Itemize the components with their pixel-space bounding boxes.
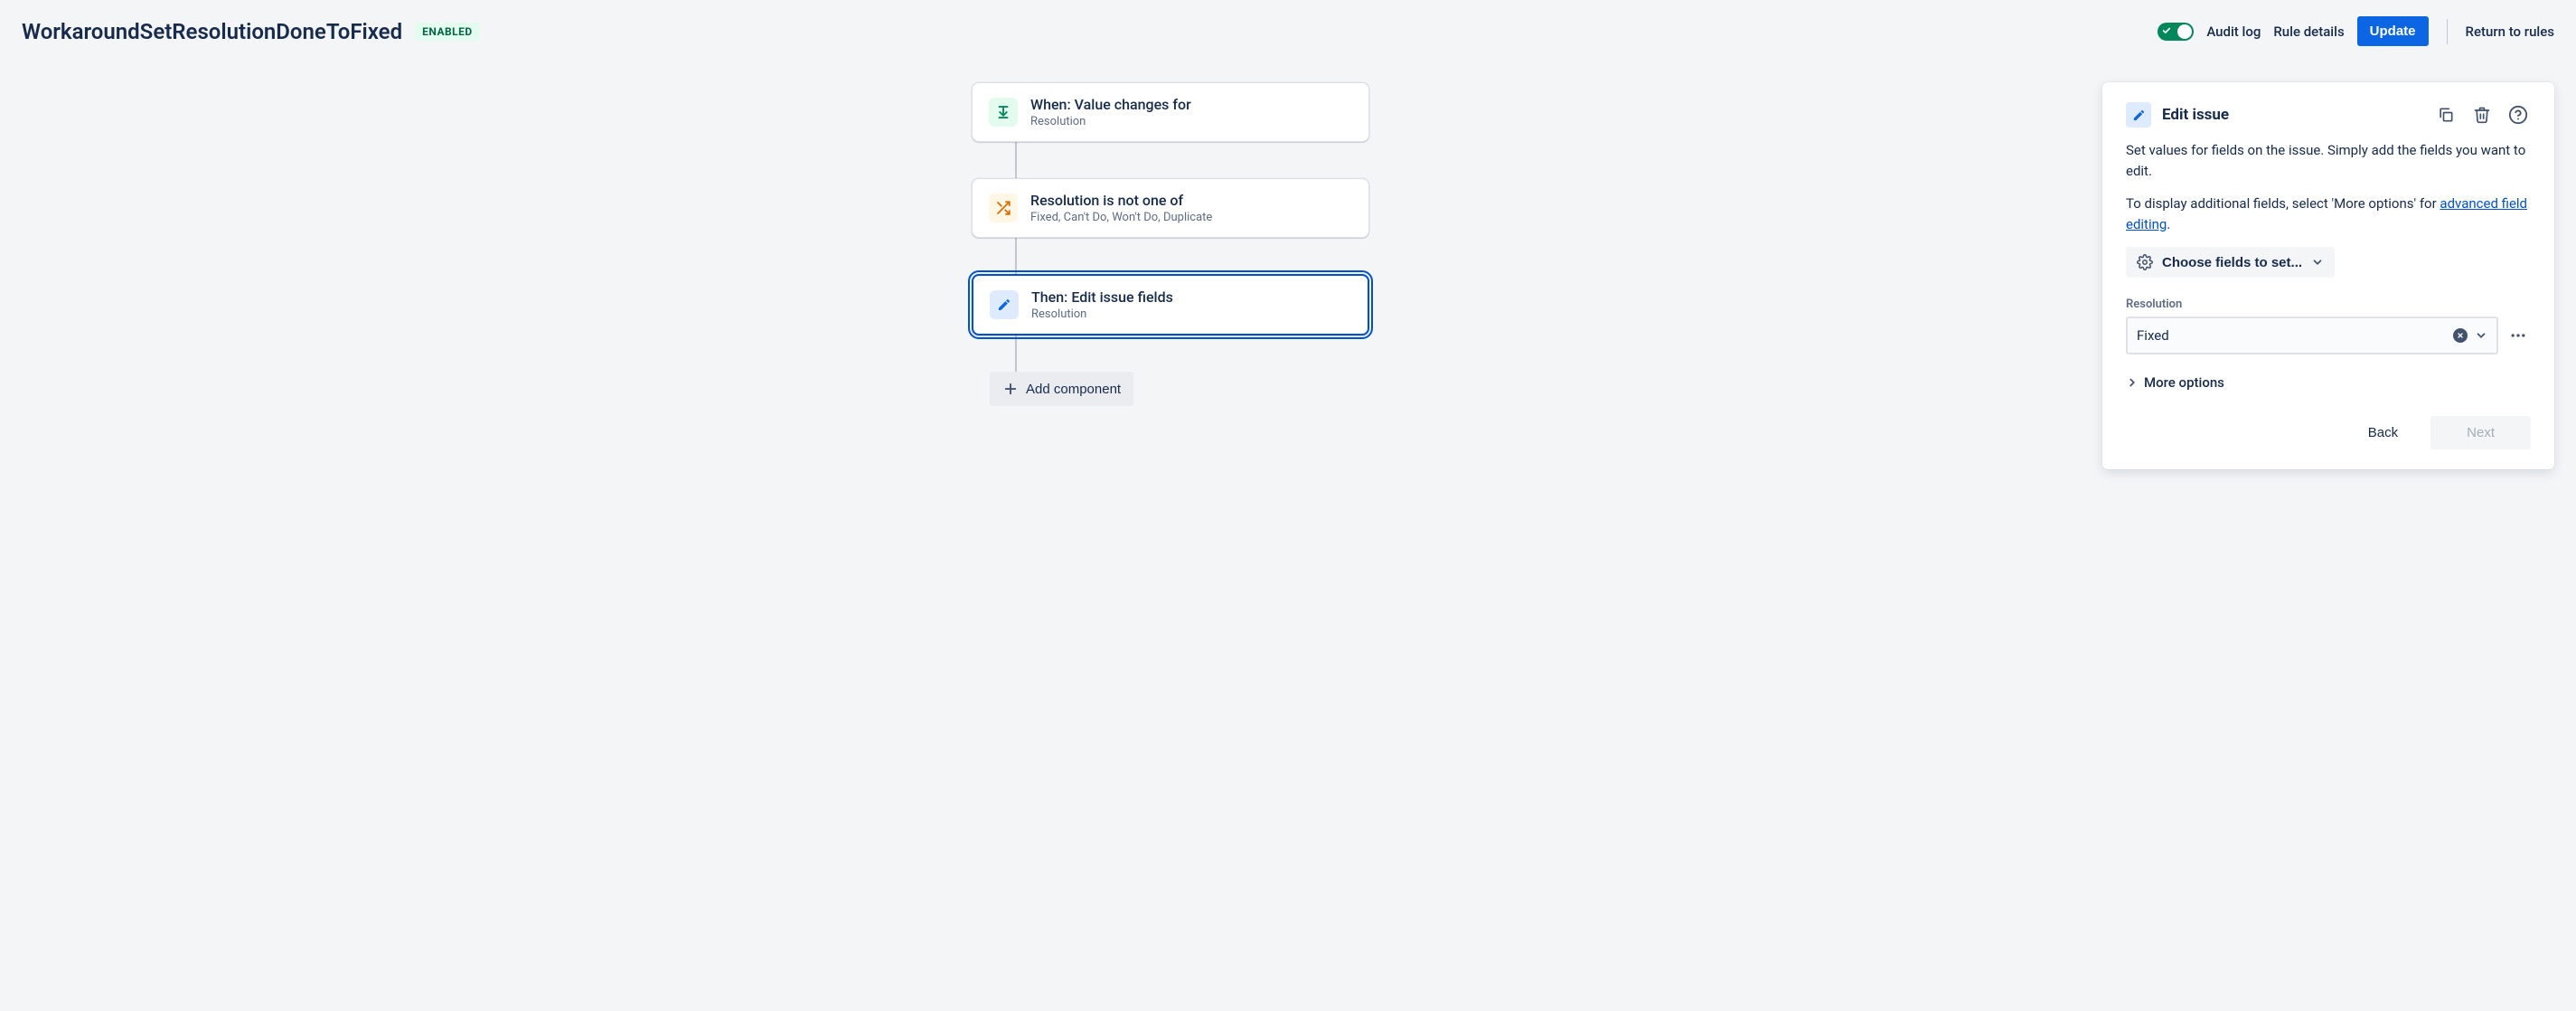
trigger-subtitle: Resolution — [1030, 115, 1191, 128]
add-component-button[interactable]: Add component — [990, 372, 1133, 406]
panel-description-1: Set values for fields on the issue. Simp… — [2126, 140, 2531, 181]
chevron-down-icon — [2475, 329, 2487, 342]
more-options-toggle[interactable]: More options — [2126, 374, 2531, 391]
action-title: Then: Edit issue fields — [1031, 288, 1173, 306]
status-badge: ENABLED — [415, 23, 480, 41]
check-icon — [2162, 26, 2171, 35]
divider — [2447, 19, 2448, 44]
next-button[interactable]: Next — [2430, 416, 2531, 449]
connector — [1015, 142, 1017, 178]
audit-log-link[interactable]: Audit log — [2206, 24, 2261, 40]
connector — [1015, 335, 1017, 372]
toggle-knob — [2177, 24, 2192, 39]
duplicate-button[interactable] — [2433, 102, 2458, 128]
return-to-rules-link[interactable]: Return to rules — [2466, 24, 2554, 40]
update-button[interactable]: Update — [2357, 16, 2429, 46]
resolution-field-label: Resolution — [2126, 298, 2531, 311]
edit-icon — [2126, 102, 2151, 128]
field-more-actions-button[interactable] — [2505, 323, 2531, 348]
condition-icon — [989, 194, 1018, 222]
resolution-select-value: Fixed — [2137, 327, 2446, 344]
chevron-right-icon — [2126, 376, 2139, 389]
panel-title: Edit issue — [2162, 106, 2229, 124]
action-subtitle: Resolution — [1031, 307, 1173, 321]
plus-icon — [1002, 381, 1019, 397]
trigger-icon — [989, 98, 1018, 127]
choose-fields-label: Choose fields to set... — [2162, 255, 2302, 270]
page-title: WorkaroundSetResolutionDoneToFixed — [22, 19, 402, 44]
choose-fields-button[interactable]: Choose fields to set... — [2126, 247, 2335, 278]
delete-button[interactable] — [2469, 102, 2495, 128]
connector — [1015, 238, 1017, 274]
clear-selection-button[interactable] — [2453, 328, 2468, 343]
condition-subtitle: Fixed, Can't Do, Won't Do, Duplicate — [1030, 211, 1212, 224]
gear-icon — [2137, 254, 2153, 270]
action-node[interactable]: Then: Edit issue fields Resolution — [972, 274, 1369, 335]
condition-node[interactable]: Resolution is not one of Fixed, Can't Do… — [972, 178, 1369, 238]
back-button[interactable]: Back — [2354, 416, 2412, 449]
chevron-down-icon — [2311, 256, 2324, 269]
rule-enabled-toggle[interactable] — [2158, 23, 2194, 41]
edit-issue-panel: Edit issue Set values for fields on the … — [2102, 82, 2554, 469]
help-button[interactable] — [2505, 102, 2531, 128]
add-component-label: Add component — [1026, 382, 1121, 397]
edit-icon — [990, 290, 1019, 319]
resolution-select[interactable]: Fixed — [2126, 317, 2498, 354]
condition-title: Resolution is not one of — [1030, 192, 1212, 209]
more-options-label: More options — [2144, 374, 2224, 391]
panel-description-2: To display additional fields, select 'Mo… — [2126, 194, 2531, 234]
trigger-title: When: Value changes for — [1030, 96, 1191, 113]
rule-details-link[interactable]: Rule details — [2273, 24, 2344, 40]
trigger-node[interactable]: When: Value changes for Resolution — [972, 82, 1369, 142]
